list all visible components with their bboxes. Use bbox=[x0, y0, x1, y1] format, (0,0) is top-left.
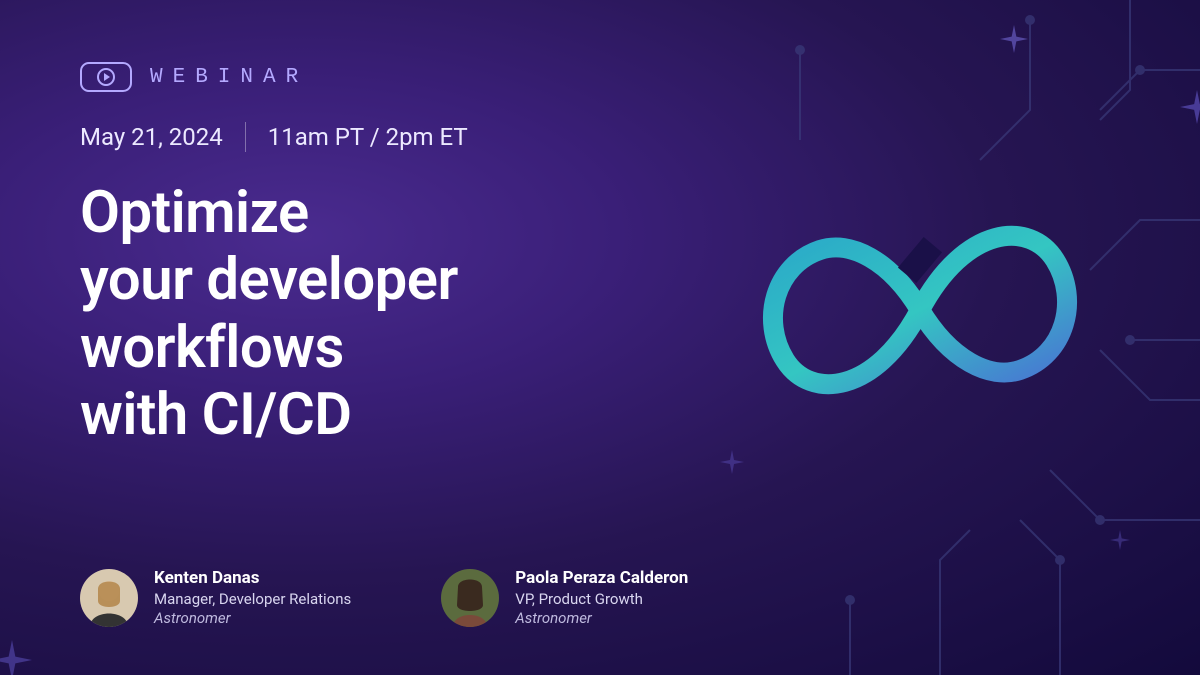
speaker-name: Paola Peraza Calderon bbox=[515, 568, 688, 588]
page-title: Optimizeyour developerworkflowswith CI/C… bbox=[80, 180, 720, 449]
avatar bbox=[441, 569, 499, 627]
speaker-name: Kenten Danas bbox=[154, 568, 351, 588]
speaker-company: Astronomer bbox=[154, 609, 351, 627]
speaker-card: Paola Peraza Calderon VP, Product Growth… bbox=[441, 568, 688, 627]
speaker-card: Kenten Danas Manager, Developer Relation… bbox=[80, 568, 351, 627]
divider bbox=[245, 122, 246, 152]
event-date: May 21, 2024 bbox=[80, 123, 223, 151]
webinar-play-icon bbox=[80, 62, 132, 92]
badge-label: WEBINAR bbox=[150, 66, 308, 89]
speaker-role: Manager, Developer Relations bbox=[154, 590, 351, 608]
speaker-company: Astronomer bbox=[515, 609, 688, 627]
speaker-role: VP, Product Growth bbox=[515, 590, 688, 608]
event-time: 11am PT / 2pm ET bbox=[268, 123, 468, 151]
avatar bbox=[80, 569, 138, 627]
